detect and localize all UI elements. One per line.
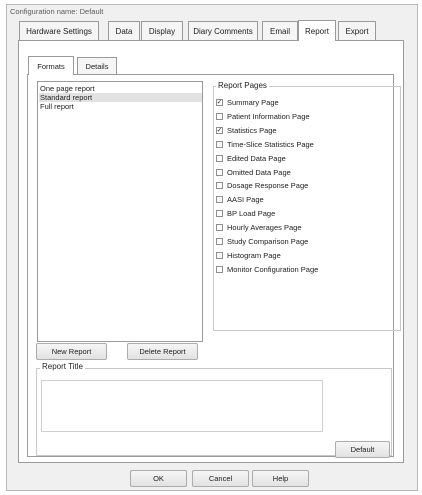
report-page-label: Edited Data Page [227,153,286,163]
checkbox[interactable]: ✓ [216,99,223,106]
report-page-label: Patient Information Page [227,111,310,121]
checkbox[interactable] [216,196,223,204]
help-button[interactable]: Help [252,470,309,487]
tab-export[interactable]: Export [338,21,376,40]
report-page-label: Summary Page [227,98,279,107]
report-page-label: Hourly Averages Page [227,223,302,233]
report-page-label: Time-Slice Statistics Page [227,139,314,149]
report-title-input[interactable] [41,380,323,432]
report-pages-label: Report Pages [216,81,269,90]
subtab-formats[interactable]: Formats [28,56,74,75]
checkbox[interactable] [216,265,223,273]
report-page-option[interactable]: Edited Data Page [216,153,286,164]
checkbox[interactable]: ✓ [216,126,223,134]
checkbox[interactable] [216,210,223,218]
checkbox[interactable] [216,154,223,162]
checkbox[interactable] [216,112,223,120]
new-report-button[interactable]: New Report [36,343,107,360]
report-page-option[interactable]: Time-Slice Statistics Page [216,139,314,150]
checkbox[interactable] [216,238,223,245]
report-format-list[interactable]: One page report Standard report Full rep… [37,81,203,342]
checkbox[interactable] [216,168,223,176]
list-item[interactable]: Full report [39,102,202,111]
checkbox[interactable] [216,140,223,148]
report-title-label: Report Title [40,362,85,371]
checkbox[interactable] [216,182,223,190]
report-page-label: BP Load Page [227,209,276,219]
tab-email[interactable]: Email [262,21,298,40]
report-page-option[interactable]: Omitted Data Page [216,167,291,178]
report-page-label: Histogram Page [227,250,281,260]
report-page-label: Statistics Page [227,125,277,135]
report-page-label: Study Comparison Page [227,237,309,246]
checkbox[interactable] [216,251,223,259]
report-page-option[interactable]: Dosage Response Page [216,180,308,191]
delete-report-button[interactable]: Delete Report [127,343,198,360]
report-page-label: Monitor Configuration Page [227,264,319,274]
report-page-option[interactable]: Histogram Page [216,250,281,261]
report-page-option[interactable]: BP Load Page [216,208,275,219]
default-button[interactable]: Default [335,441,390,458]
report-page-option[interactable]: AASI Page [216,194,264,205]
tab-display[interactable]: Display [141,21,183,40]
list-item[interactable]: One page report [39,84,202,93]
report-page-option[interactable]: Hourly Averages Page [216,222,302,233]
tab-report[interactable]: Report [298,20,336,41]
checkmark-icon: ✓ [216,99,223,106]
report-page-label: Omitted Data Page [227,167,291,177]
ok-button[interactable]: OK [130,470,187,487]
tab-diary-comments[interactable]: Diary Comments [188,21,258,40]
report-page-label: Dosage Response Page [227,181,309,191]
tab-data[interactable]: Data [108,21,140,40]
subtab-details[interactable]: Details [77,57,117,74]
list-item-selected[interactable]: Standard report [39,93,202,102]
tab-hardware-settings[interactable]: Hardware Settings [19,21,99,40]
checkbox[interactable] [216,224,223,232]
report-page-option[interactable]: Monitor Configuration Page [216,264,318,275]
report-page-label: AASI Page [227,195,264,205]
window-title: Configuration name: Default [10,7,104,16]
report-page-option[interactable]: ✓ Summary Page [216,97,279,108]
cancel-button[interactable]: Cancel [192,470,249,487]
checkmark-icon: ✓ [216,126,223,134]
report-page-option[interactable]: Patient Information Page [216,111,310,122]
report-page-option[interactable]: Study Comparison Page [216,236,308,247]
report-page-option[interactable]: ✓ Statistics Page [216,125,277,136]
